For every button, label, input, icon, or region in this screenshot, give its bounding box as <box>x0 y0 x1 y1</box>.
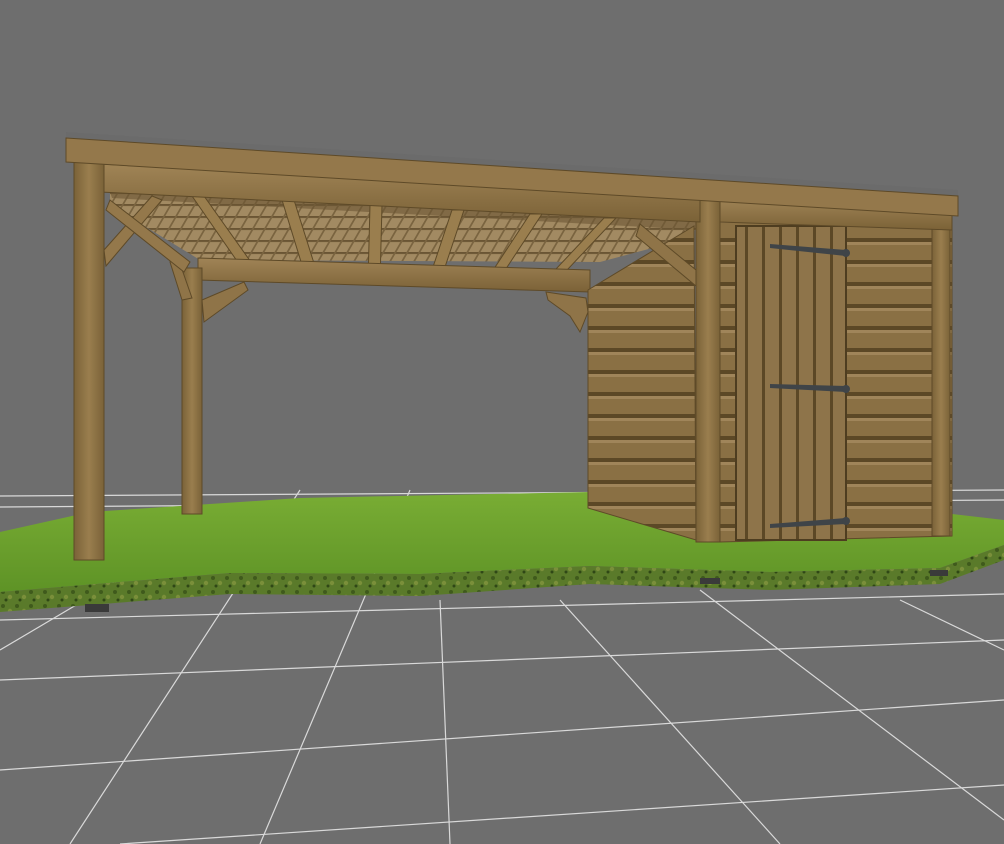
rear-beam <box>197 257 591 293</box>
3d-scene-canvas[interactable] <box>0 0 1004 844</box>
back-left-post <box>169 257 249 515</box>
3d-viewport[interactable] <box>0 0 1004 844</box>
shed-door[interactable] <box>735 225 850 541</box>
